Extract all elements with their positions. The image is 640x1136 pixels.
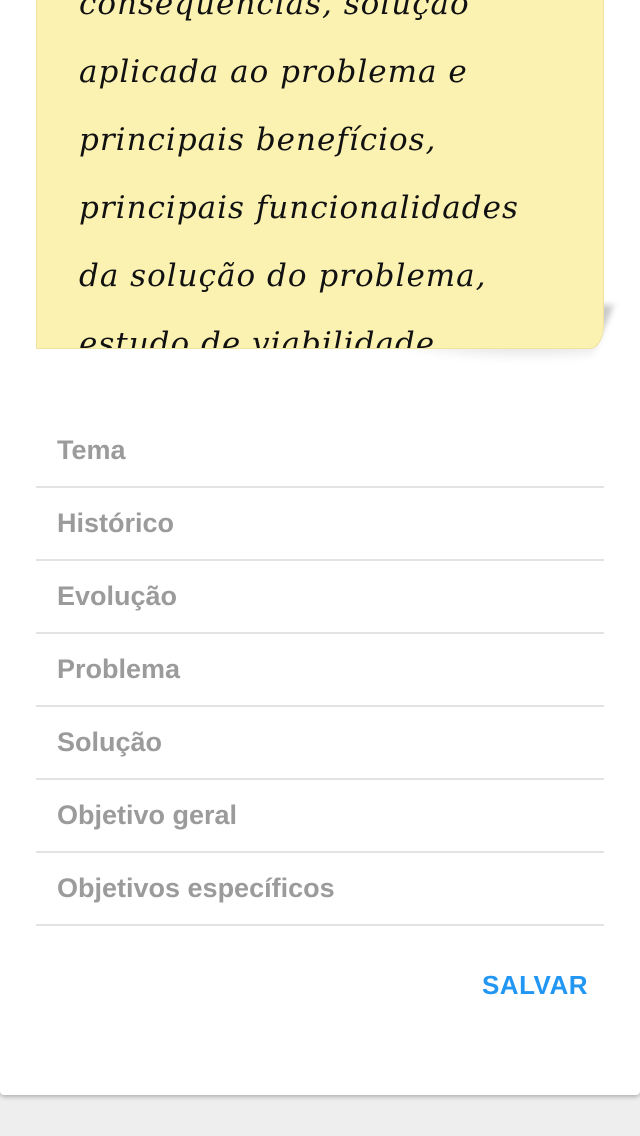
form-card: consequências, solução aplicada ao probl…: [0, 0, 640, 1095]
evolucao-field[interactable]: Evolução: [36, 561, 604, 634]
solucao-placeholder: Solução: [57, 727, 163, 757]
objetivo-geral-field[interactable]: Objetivo geral: [36, 780, 604, 853]
sticky-note-text: consequências, solução aplicada ao probl…: [79, 0, 519, 349]
form-fields: Tema Histórico Evolução Problema Solução…: [36, 415, 604, 926]
problema-field[interactable]: Problema: [36, 634, 604, 707]
objetivos-especificos-field[interactable]: Objetivos específicos: [36, 853, 604, 926]
save-button[interactable]: SALVAR: [470, 960, 600, 1010]
sticky-note-paper: consequências, solução aplicada ao probl…: [36, 0, 604, 349]
sticky-note: consequências, solução aplicada ao probl…: [36, 0, 614, 370]
objetivo-geral-placeholder: Objetivo geral: [57, 800, 238, 830]
evolucao-placeholder: Evolução: [57, 581, 178, 611]
tema-placeholder: Tema: [57, 435, 126, 465]
historico-field[interactable]: Histórico: [36, 488, 604, 561]
problema-placeholder: Problema: [57, 654, 181, 684]
tema-field[interactable]: Tema: [36, 415, 604, 488]
historico-placeholder: Histórico: [57, 508, 175, 538]
objetivos-especificos-placeholder: Objetivos específicos: [57, 873, 335, 903]
solucao-field[interactable]: Solução: [36, 707, 604, 780]
